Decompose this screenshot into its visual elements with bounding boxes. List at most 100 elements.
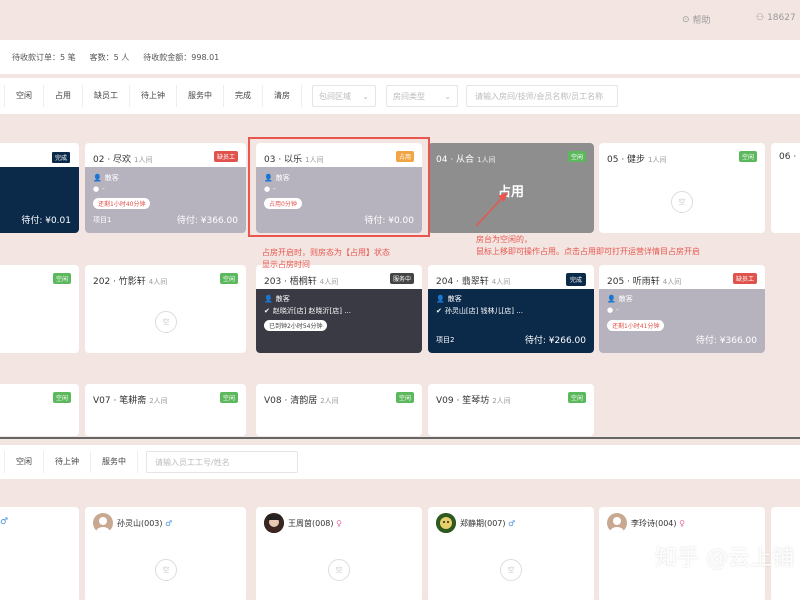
filter-clean[interactable]: 清房: [263, 85, 302, 107]
status-badge: 空闲: [219, 392, 238, 403]
staff-card[interactable]: ♂: [0, 507, 79, 600]
room-card-02[interactable]: 02 · 尽欢 1人间 缺员工 👤 散客 ● - 还剩1小时40分钟 项目1 待付: …: [85, 143, 246, 233]
time-pill: 还剩1小时40分钟: [93, 198, 151, 209]
room-title: 204 · 翡翠轩 4人间: [436, 277, 511, 287]
status-badge: 缺员工: [732, 273, 757, 284]
customer-line: 👤 散客: [93, 174, 119, 182]
room-title: 202 · 竹影轩 4人间: [93, 277, 168, 287]
room-search-input[interactable]: 请输入房间/技师/会员名称/员工名称: [466, 85, 618, 107]
filter-in-service[interactable]: 服务中: [177, 85, 224, 107]
room-filter-bar: 空闲 占用 缺员工 待上钟 服务中 完成 清房 包间区域 ⌄ 房间类型 ⌄ 请输…: [0, 78, 800, 114]
avatar: [607, 513, 627, 533]
room-title: V08 · 清韵居 2人间: [264, 396, 339, 406]
status-badge: 缺员工: [213, 151, 238, 162]
project-label: 项目2: [436, 336, 455, 344]
chevron-down-icon: ⌄: [444, 91, 451, 101]
avatar: [264, 513, 284, 533]
tech-line: ✔ 赵晓沂[店] 赵晓沂[店] ...: [264, 307, 351, 315]
staff-search-input[interactable]: 请输入员工工号/姓名: [146, 451, 298, 473]
status-badge: 完成: [50, 151, 71, 164]
status-badge: 空闲: [567, 151, 586, 162]
status-badge: 空闲: [52, 273, 71, 284]
status-badge: 服务中: [389, 273, 414, 284]
type-select[interactable]: 房间类型 ⌄: [386, 85, 458, 107]
tech-line: ✔ 孙灵山[店] 钱林儿[店] ...: [436, 307, 523, 315]
project-label: 项目1: [93, 216, 112, 224]
staff-card[interactable]: 王周茵(008) ♀ 空: [256, 507, 422, 600]
amount-due: 待付: ¥366.00: [695, 336, 757, 346]
room-card[interactable]: 空闲: [0, 265, 79, 353]
customer-line: 👤 散客: [264, 295, 290, 303]
male-icon: ♂: [0, 517, 9, 527]
top-bar: ⊙ 帮助 ⚇ 18627: [0, 0, 800, 38]
pending-orders: 待收款订单：5 笔: [12, 52, 76, 62]
staff-name: 郑静期(007) ♂: [460, 519, 516, 528]
chevron-down-icon: ⌄: [362, 91, 369, 101]
staff-filter-bar: 空闲 待上钟 服务中 请输入员工工号/姓名: [0, 445, 800, 479]
filter-short-staff[interactable]: 缺员工: [83, 85, 130, 107]
customer-line: 👤 散客: [436, 295, 462, 303]
arrow-icon: [475, 192, 508, 227]
tech-line: ● -: [607, 306, 619, 314]
pending-amount: 待收款金额：998.01: [143, 52, 220, 62]
user-icon: ⚇: [756, 13, 765, 23]
user-account[interactable]: ⚇ 18627: [756, 13, 796, 23]
annotation-occupied: 占房开启时，则房态为【占用】状态 显示占房时间: [262, 248, 390, 269]
room-card-v09[interactable]: V09 · 笙琴坊 2人间 空闲: [428, 384, 594, 436]
room-card-v08[interactable]: V08 · 清韵居 2人间 空闲: [256, 384, 422, 436]
status-badge: 空闲: [395, 392, 414, 403]
room-card[interactable]: 空闲: [0, 384, 79, 436]
status-badge: 空闲: [52, 392, 71, 403]
staff-card[interactable]: 孙灵山(003) ♂ 空: [85, 507, 246, 600]
status-badge: 空闲: [219, 273, 238, 284]
room-card-205[interactable]: 205 · 听雨轩 4人间 缺员工 👤 散客 ● - 还剩1小时41分钟 待付: ¥3…: [599, 265, 765, 353]
area-select[interactable]: 包间区域 ⌄: [312, 85, 376, 107]
filter-idle[interactable]: 空闲: [4, 85, 44, 107]
check-icon: ✔: [436, 307, 442, 315]
room-card-202[interactable]: 202 · 竹影轩 4人间 空闲 空: [85, 265, 246, 353]
staff-filter-waiting[interactable]: 待上钟: [44, 451, 91, 473]
filter-occupied[interactable]: 占用: [44, 85, 83, 107]
status-badge: 完成: [565, 273, 586, 286]
user-icon: 👤: [436, 295, 445, 303]
staff-name: 李玲诗(004) ♀: [631, 519, 685, 528]
room-title: V09 · 笙琴坊 2人间: [436, 396, 511, 406]
status-badge: 空闲: [738, 151, 757, 162]
staff-filter-idle[interactable]: 空闲: [4, 451, 44, 473]
filter-waiting[interactable]: 待上钟: [130, 85, 177, 107]
watermark: 知乎 @云上铺: [655, 546, 794, 571]
avatar: [93, 513, 113, 533]
room-card-v07[interactable]: V07 · 笔耕斋 2人间 空闲: [85, 384, 246, 436]
room-card[interactable]: 完成 待付: ¥0.01: [0, 143, 79, 233]
room-card-203[interactable]: 203 · 梧桐轩 4人间 服务中 👤 散客 ✔ 赵晓沂[店] 赵晓沂[店] ... …: [256, 265, 422, 353]
female-icon: ♀: [336, 519, 342, 528]
staff-filter-in-service[interactable]: 服务中: [91, 451, 138, 473]
room-title: V07 · 笔耕斋 2人间: [93, 396, 168, 406]
room-card-06[interactable]: 06 ·: [771, 143, 800, 233]
amount-due: 待付: ¥366.00: [176, 216, 238, 226]
staff-panel: 空闲 待上钟 服务中 请输入员工工号/姓名 ♂ 孙灵山(003) ♂ 空 王周茵…: [0, 437, 800, 600]
female-icon: ♀: [679, 519, 685, 528]
amount-due: 待付: ¥0.01: [21, 216, 71, 226]
room-title: 205 · 听雨轩 4人间: [607, 277, 682, 287]
room-title: 06 ·: [779, 152, 797, 162]
staff-card[interactable]: 郑静期(007) ♂ 空: [428, 507, 594, 600]
empty-staff-icon: 空: [155, 559, 177, 581]
empty-staff-icon: 空: [500, 559, 522, 581]
room-body: 👤 散客 ✔ 赵晓沂[店] 赵晓沂[店] ... 已到钟2小时54分钟: [256, 289, 422, 353]
annotation-idle: 房台为空闲的， 鼠标上移即可操作占用。点击占用即可打开运营详情目占房开启: [476, 235, 700, 256]
room-body: 👤 散客 ● - 还剩1小时40分钟 项目1 待付: ¥366.00: [85, 167, 246, 233]
staff-name: 王周茵(008) ♀: [288, 519, 342, 528]
room-card-204[interactable]: 204 · 翡翠轩 4人间 完成 👤 散客 ✔ 孙灵山[店] 钱林儿[店] ... 项…: [428, 265, 594, 353]
room-title: 02 · 尽欢 1人间: [93, 155, 153, 165]
room-body: 👤 散客 ✔ 孙灵山[店] 钱林儿[店] ... 项目2 待付: ¥266.00: [428, 289, 594, 353]
empty-staff-icon: 空: [328, 559, 350, 581]
help-link[interactable]: ⊙ 帮助: [682, 13, 711, 27]
amount-due: 待付: ¥266.00: [524, 336, 586, 346]
check-icon: ✔: [264, 307, 270, 315]
filter-done[interactable]: 完成: [224, 85, 263, 107]
room-title: 04 · 从合 1人间: [436, 155, 496, 165]
empty-room-icon: 空: [671, 191, 693, 213]
time-pill: 已到钟2小时54分钟: [264, 320, 328, 331]
room-card-05[interactable]: 05 · 健步 1人间 空闲 空: [599, 143, 765, 233]
